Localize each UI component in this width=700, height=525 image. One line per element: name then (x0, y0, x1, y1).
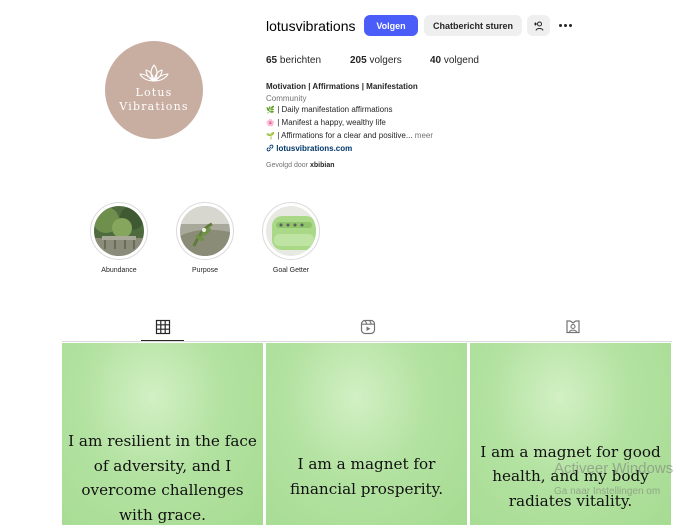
bio-more-link[interactable]: meer (415, 131, 433, 140)
more-options-button[interactable] (556, 16, 574, 34)
tagged-icon (566, 320, 580, 334)
bio-line: 🌿 | Daily manifestation affirmations (266, 105, 393, 115)
profile-bio: Motivation | Affirmations | Manifestatio… (266, 81, 526, 154)
posts-count: 65 berichten (266, 55, 322, 66)
link-icon (266, 144, 274, 151)
avatar-brand-line-2: Vibrations (119, 100, 189, 113)
bio-website[interactable]: lotusvibrations.com (266, 143, 526, 155)
highlight-abundance[interactable]: Abundance (89, 202, 149, 274)
profile-avatar[interactable]: Lotus Vibrations (105, 41, 203, 139)
tabs-divider (62, 341, 672, 342)
more-horizontal-icon (558, 23, 562, 27)
tab-tagged[interactable] (565, 319, 581, 335)
followers-link[interactable]: 205 volgers (350, 55, 402, 66)
add-person-icon (533, 21, 543, 31)
website-link[interactable]: lotusvibrations.com (276, 144, 352, 153)
send-message-button[interactable]: Chatbericht sturen (424, 15, 522, 36)
bio-line: 🌱 | Affirmations for a clear and positiv… (266, 130, 434, 140)
highlight-cover-image (94, 206, 144, 256)
post-tile[interactable]: I am a magnet for financial prosperity. (266, 343, 467, 525)
active-tab-indicator (141, 340, 184, 341)
post-tile[interactable]: I am resilient in the face of adversity,… (62, 343, 263, 525)
highlight-cover-image (180, 206, 230, 256)
post-tile[interactable]: I am a magnet for good health, and my bo… (470, 343, 671, 525)
highlight-goal-getter[interactable]: Goal Getter (261, 202, 321, 274)
reels-icon (360, 319, 376, 335)
suggest-accounts-button[interactable] (527, 15, 550, 36)
following-link[interactable]: 40 volgend (430, 55, 479, 66)
highlight-label: Goal Getter (272, 267, 310, 274)
lotus-logo-icon (139, 64, 169, 82)
highlight-label: Abundance (101, 267, 137, 274)
windows-activation-hint: Ga naar Instellingen om (554, 486, 661, 497)
windows-activation-watermark: Activeer Windows (554, 460, 674, 477)
tab-reels[interactable] (360, 319, 376, 335)
avatar-brand-line-1: Lotus (135, 86, 173, 99)
tab-posts[interactable] (155, 319, 171, 335)
grid-icon (155, 319, 171, 335)
profile-username: lotusvibrations (266, 18, 356, 34)
post-text: I am resilient in the face of adversity,… (68, 432, 257, 524)
highlight-cover-image (266, 206, 316, 256)
bio-category: Community (266, 93, 307, 103)
bio-name: Motivation | Affirmations | Manifestatio… (266, 82, 418, 91)
followed-by[interactable]: Gevolgd door xbibian (266, 162, 335, 169)
highlight-purpose[interactable]: Purpose (175, 202, 235, 274)
highlight-label: Purpose (191, 267, 219, 274)
bio-line: 🌸 | Manifest a happy, wealthy life (266, 118, 386, 128)
follow-button[interactable]: Volgen (364, 15, 418, 36)
post-text: I am a magnet for financial prosperity. (289, 455, 444, 498)
